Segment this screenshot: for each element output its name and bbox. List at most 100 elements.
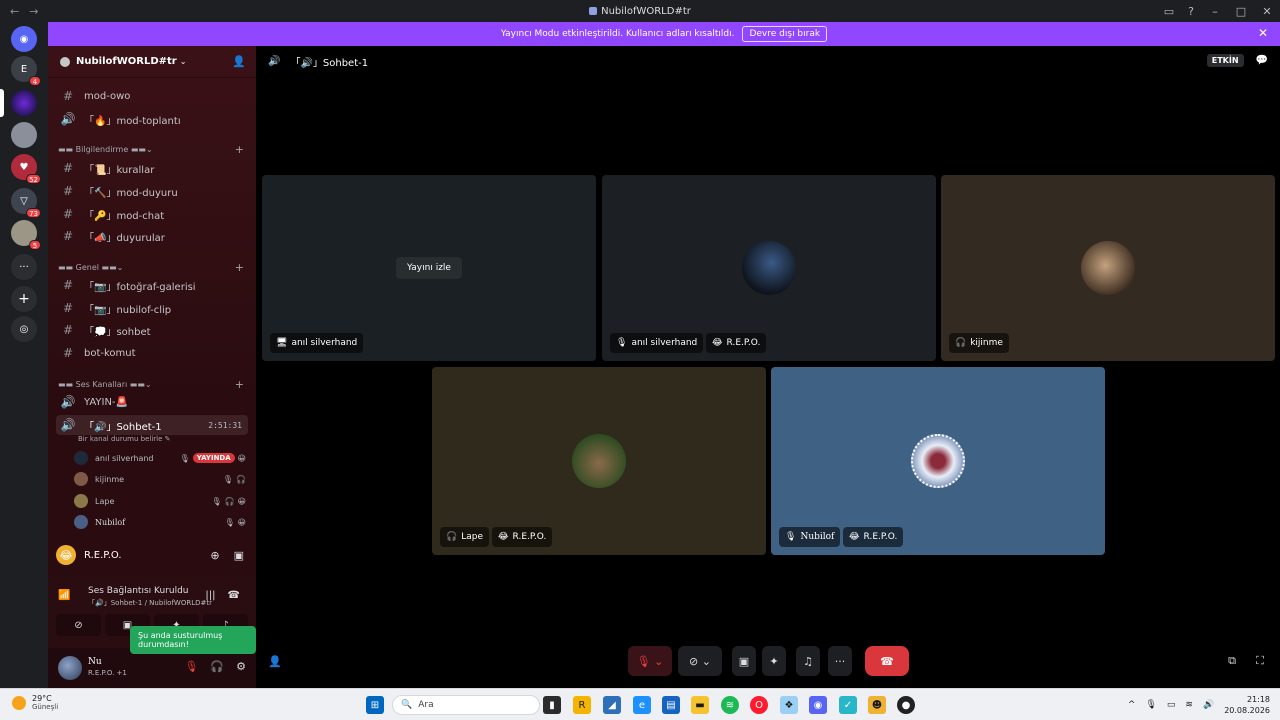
channel-status-hint[interactable]: Bir kanal durumu belirle ✎ (78, 435, 171, 443)
gear-icon[interactable]: ⚙ (236, 660, 246, 673)
chevron-up-icon[interactable]: ^ (1128, 700, 1136, 710)
channel-bot-komut[interactable]: # bot-komut (56, 343, 248, 363)
voice-status-text[interactable]: Ses Bağlantısı Kuruldu (88, 586, 188, 596)
channel-sohbet[interactable]: # 「💭」sohbet (56, 320, 248, 340)
add-channel-icon[interactable]: + (235, 143, 244, 156)
spotify-icon[interactable]: ≋ (721, 696, 739, 714)
server-3[interactable] (11, 122, 37, 148)
headphones-icon[interactable]: 🎧 (210, 660, 224, 673)
disable-streamer-mode-button[interactable]: Devre dışı bırak (742, 26, 828, 42)
task-view-icon[interactable]: ▮ (543, 696, 561, 714)
server-5[interactable]: ▽ 73 (11, 188, 41, 218)
voice-user[interactable]: Nubilof 🎙 😀 (74, 513, 248, 531)
wifi-icon[interactable]: ≋ (1185, 700, 1193, 710)
file-explorer-icon[interactable]: ▬ (691, 696, 709, 714)
channel-fotograf-galerisi[interactable]: # 「📷」fotoğraf-galerisi (56, 275, 248, 295)
more-options-button[interactable]: ··· (828, 646, 852, 676)
participant-tile[interactable]: 🎙 anıl silverhand 😂 R.E.P.O. (602, 175, 936, 361)
participant-tile-stream[interactable]: Yayını izle 🖥 anıl silverhand (262, 175, 596, 361)
noise-suppression-icon[interactable]: ||| (205, 590, 215, 601)
server-6[interactable]: 5 (11, 220, 41, 250)
opera-icon[interactable]: O (750, 696, 768, 714)
channel-nubilof-clip[interactable]: # 「📷」nubilof-clip (56, 298, 248, 318)
category-bilgilendirme[interactable]: ▬▬ Bilgilendirme ▬▬ ⌄ + (58, 142, 248, 156)
channel-mod-owo[interactable]: # mod-owo (56, 86, 248, 106)
server-2[interactable] (0, 89, 37, 117)
app-icon[interactable]: ● (897, 696, 915, 714)
store-icon[interactable]: ▤ (662, 696, 680, 714)
activity-card[interactable]: 😂 R.E.P.O. ⊕ ▣ (48, 540, 256, 570)
app-icon[interactable]: R (573, 696, 591, 714)
server-1[interactable]: E4 (11, 56, 41, 86)
channel-mod-duyuru[interactable]: # 「🔨」mod-duyuru (56, 181, 248, 201)
channel-kurallar[interactable]: # 「📜」kurallar (56, 158, 248, 178)
display-icon[interactable]: ▭ (1167, 700, 1176, 710)
add-channel-icon[interactable]: + (235, 378, 244, 391)
close-icon[interactable]: ✕ (1258, 26, 1268, 40)
user-name[interactable]: Nu (88, 657, 102, 667)
server-folder-more[interactable]: ··· (11, 254, 37, 280)
activity-tag: 😂 R.E.P.O. (492, 527, 553, 547)
watch-stream-button[interactable]: Yayını izle (396, 257, 462, 279)
weather-widget[interactable]: 29°C Güneşli (12, 694, 58, 711)
add-server-icon[interactable]: + (11, 286, 37, 312)
channel-mod-chat[interactable]: # 「🔑」mod-chat (56, 204, 248, 224)
hashtag-icon: # (62, 184, 74, 198)
participant-tile[interactable]: 🎧 Lape 😂 R.E.P.O. (432, 367, 766, 555)
app-icon[interactable]: ❖ (780, 696, 798, 714)
mic-off-icon[interactable]: 🎙 (184, 660, 198, 673)
disconnect-icon[interactable]: ☎ (228, 590, 240, 601)
maximize-button[interactable]: □ (1228, 0, 1254, 22)
channel-mod-toplanti[interactable]: 🔊 「🔥」mod-toplantı (56, 109, 248, 129)
soundboard-button[interactable]: ♫ (796, 646, 820, 676)
camera-off-button[interactable]: ⊘ (56, 614, 101, 636)
app-icon[interactable]: ✓ (839, 696, 857, 714)
voice-user[interactable]: kijinme 🎙 🎧 (74, 470, 248, 488)
volume-icon[interactable]: 🔊 (1203, 700, 1214, 710)
app-icon[interactable]: ◢ (603, 696, 621, 714)
microphone-icon[interactable]: 🎙 (1145, 700, 1156, 710)
add-channel-icon[interactable]: + (235, 261, 244, 274)
active-badge[interactable]: ETKİN (1206, 54, 1244, 67)
edge-icon[interactable]: e (633, 696, 651, 714)
chat-icon[interactable]: 💬 (1256, 55, 1268, 66)
activities-button[interactable]: ✦ (762, 646, 786, 676)
category-ses-kanallari[interactable]: ▬▬ Ses Kanalları ▬▬ ⌄ + (58, 377, 248, 391)
taskbar-search[interactable]: 🔍 Ara (392, 695, 540, 715)
clock[interactable]: 21:18 20.08.2026 (1224, 694, 1270, 716)
fullscreen-icon[interactable]: ⛶ (1250, 646, 1270, 676)
back-arrow-icon[interactable]: ← (10, 5, 19, 18)
participant-tile-speaking[interactable]: 🎙 Nubilof 😂 R.E.P.O. (771, 367, 1105, 555)
inbox-icon[interactable]: ▭ (1158, 0, 1180, 22)
channel-yayin[interactable]: 🔊 YAYIN-🚨 (56, 392, 248, 412)
forward-arrow-icon[interactable]: → (29, 5, 38, 18)
popout-icon[interactable]: ⧉ (1222, 646, 1242, 676)
disconnect-button[interactable]: ☎ (865, 646, 909, 676)
activity-invite-icon[interactable]: ⊕ (210, 549, 219, 562)
app-icon[interactable]: ☻ (868, 696, 886, 714)
avatar[interactable] (58, 656, 82, 680)
discord-taskbar-icon[interactable]: ◉ (809, 696, 827, 714)
channel-sohbet-1[interactable]: 🔊 「🔊」Sohbet-1 2:51:31 (56, 415, 248, 435)
share-screen-button[interactable]: ▣ (732, 646, 756, 676)
invite-to-call-icon[interactable]: 👤 (266, 646, 284, 676)
participant-tile[interactable]: 🎧 kijinme (941, 175, 1275, 361)
guild-header[interactable]: NubilofWORLD#tr ⌄ 👤 (48, 46, 256, 78)
channel-duyurular[interactable]: # 「📣」duyurular (56, 226, 248, 246)
close-window-button[interactable]: ✕ (1254, 0, 1280, 22)
home-discord-icon[interactable]: ◉ (11, 26, 37, 52)
category-genel[interactable]: ▬▬ Genel ▬▬ ⌄ + (58, 260, 248, 274)
camera-button[interactable]: ⊘ ⌄ (678, 646, 722, 676)
start-windows-icon[interactable]: ⊞ (366, 696, 384, 714)
search-icon: 🔍 (401, 700, 413, 710)
mute-button[interactable]: 🎙 ⌄ (628, 646, 672, 676)
voice-channel-link[interactable]: 「🔊」Sohbet-1 / NubilofWORLD#tr (88, 598, 212, 608)
discover-icon[interactable]: ◎ (11, 316, 37, 342)
screen-share-icon[interactable]: ▣ (234, 549, 244, 562)
voice-user[interactable]: Lape 🎙 🎧 😀 (74, 492, 248, 510)
invite-people-icon[interactable]: 👤 (232, 55, 246, 68)
server-4[interactable]: ♥ 52 (11, 154, 41, 184)
help-icon[interactable]: ? (1180, 0, 1202, 22)
minimize-button[interactable]: – (1202, 0, 1228, 22)
voice-user[interactable]: anıl silverhand 🎙 YAYINDA 😀 (74, 449, 248, 467)
